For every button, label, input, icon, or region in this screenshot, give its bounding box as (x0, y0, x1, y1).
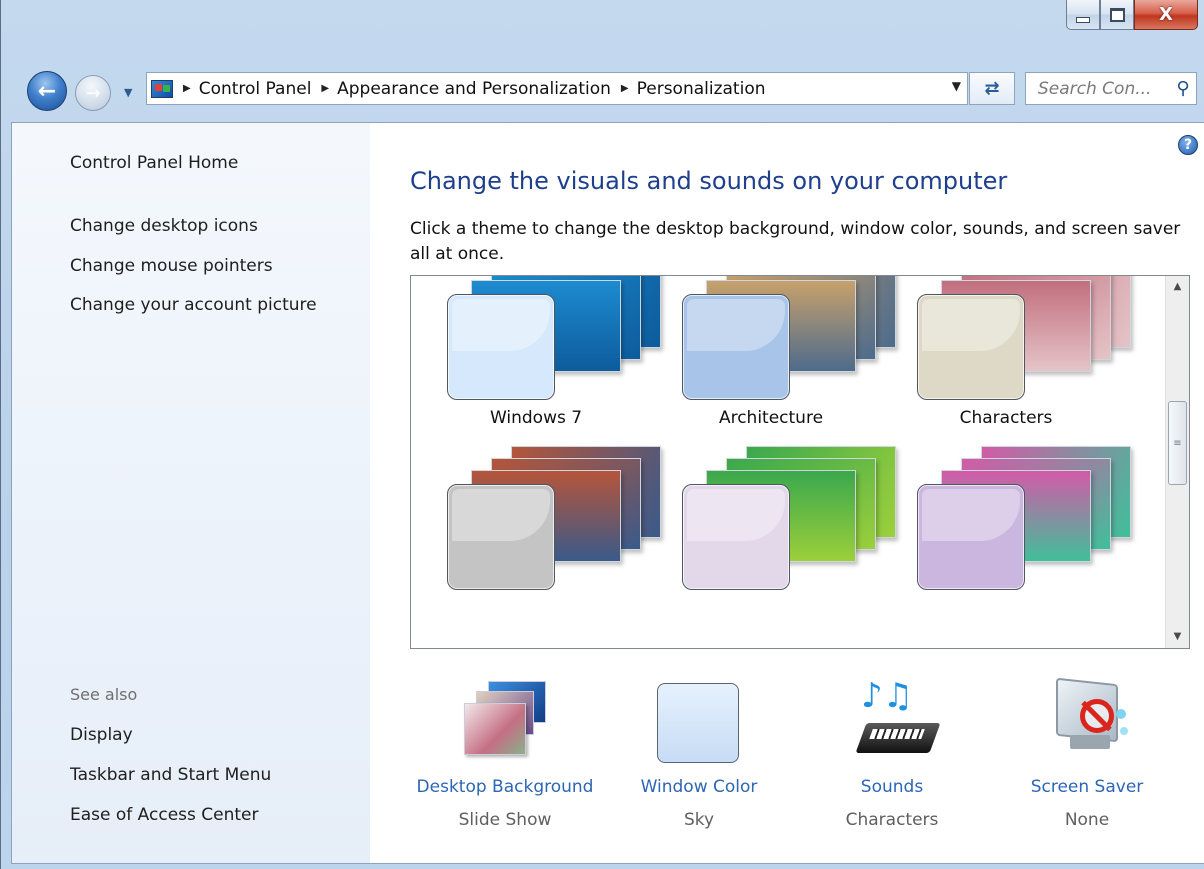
refresh-icon: ⇄ (984, 78, 1000, 99)
window-color-label[interactable]: Window Color (599, 777, 799, 797)
back-button[interactable]: ← (27, 71, 67, 111)
breadcrumb-separator-icon[interactable]: ▶ (621, 83, 629, 94)
theme-tile[interactable]: Architecture (656, 276, 896, 430)
minimize-button[interactable] (1066, 0, 1100, 30)
breadcrumb-separator-icon[interactable]: ▶ (183, 83, 191, 94)
theme-label: Windows 7 (489, 408, 583, 428)
theme-tile[interactable]: Windows 7 (421, 276, 661, 430)
scroll-down-icon[interactable]: ▼ (1166, 626, 1189, 648)
personalization-window: X ← → ▼ ▶ Control Panel ▶ Appearance and… (0, 0, 1204, 869)
change-account-picture-link[interactable]: Change your account picture (70, 295, 317, 315)
desktop-background-setting[interactable]: Desktop Background Slide Show (405, 679, 605, 830)
display-link[interactable]: Display (70, 725, 133, 745)
vertical-scrollbar[interactable]: ▲ ≡ ▼ (1165, 276, 1189, 648)
theme-list[interactable]: Windows 7 Architecture Characters ▲ ≡ ▼ (410, 275, 1190, 649)
screen-saver-icon (1042, 677, 1132, 765)
window-color-value: Sky (683, 810, 715, 830)
breadcrumb-personalization[interactable]: Personalization (637, 79, 766, 99)
breadcrumb-separator-icon[interactable]: ▶ (321, 83, 329, 94)
search-box[interactable]: Search Con... ⚲ (1025, 72, 1197, 105)
chevron-down-icon: ▼ (124, 86, 133, 99)
taskbar-start-menu-link[interactable]: Taskbar and Start Menu (70, 765, 271, 785)
theme-color-swatch (917, 484, 1025, 590)
minimize-icon (1076, 16, 1090, 23)
content-area: Control Panel Home Change desktop icons … (11, 122, 1204, 864)
scroll-thumb[interactable]: ≡ (1168, 401, 1187, 485)
theme-color-swatch (447, 294, 555, 400)
screen-saver-value: None (1064, 810, 1110, 830)
screen-saver-setting[interactable]: Screen Saver None (987, 677, 1187, 830)
theme-tile[interactable] (891, 446, 1131, 620)
close-icon: X (1159, 4, 1173, 25)
theme-color-swatch (682, 294, 790, 400)
page-description: Click a theme to change the desktop back… (410, 219, 1181, 264)
ease-of-access-link[interactable]: Ease of Access Center (70, 805, 259, 825)
navigation-bar: ← → ▼ ▶ Control Panel ▶ Appearance and P… (1, 58, 1204, 116)
address-bar[interactable]: ▶ Control Panel ▶ Appearance and Persona… (146, 72, 968, 105)
theme-label: Characters (959, 408, 1053, 428)
address-dropdown-icon[interactable]: ▼ (952, 79, 961, 93)
change-mouse-pointers-link[interactable]: Change mouse pointers (70, 256, 273, 276)
theme-tile[interactable] (656, 446, 896, 620)
theme-tile[interactable]: Characters (891, 276, 1131, 430)
window-color-setting[interactable]: Window Color Sky (599, 679, 799, 830)
breadcrumb-appearance[interactable]: Appearance and Personalization (337, 79, 611, 99)
desktop-background-value: Slide Show (458, 810, 552, 830)
sounds-label[interactable]: Sounds (792, 777, 992, 797)
desktop-background-label[interactable]: Desktop Background (405, 777, 605, 797)
sounds-value: Characters (845, 810, 939, 830)
task-pane: Control Panel Home Change desktop icons … (12, 123, 370, 863)
control-panel-home-link[interactable]: Control Panel Home (70, 153, 238, 173)
desktop-background-icon (460, 679, 550, 765)
change-desktop-icons-link[interactable]: Change desktop icons (70, 216, 258, 236)
search-input[interactable]: Search Con... (1026, 79, 1170, 99)
sounds-setting[interactable]: ♪♫ Sounds Characters (792, 679, 992, 830)
scroll-up-icon[interactable]: ▲ (1166, 276, 1189, 298)
theme-color-swatch (917, 294, 1025, 400)
theme-color-swatch (682, 484, 790, 590)
help-icon[interactable]: ? (1178, 135, 1198, 155)
window-color-icon (654, 679, 744, 765)
screen-saver-label[interactable]: Screen Saver (987, 777, 1187, 797)
page-title: Change the visuals and sounds on your co… (410, 167, 1008, 195)
maximize-button[interactable] (1100, 0, 1134, 30)
recent-pages-button[interactable]: ▼ (124, 86, 132, 99)
control-panel-icon (151, 79, 173, 98)
arrow-right-icon: → (85, 82, 101, 104)
theme-color-swatch (447, 484, 555, 590)
theme-tile[interactable] (421, 446, 661, 620)
caption-buttons: X (1066, 0, 1198, 30)
refresh-button[interactable]: ⇄ (969, 72, 1015, 105)
arrow-left-icon: ← (37, 78, 57, 104)
see-also-heading: See also (70, 685, 138, 704)
search-icon[interactable]: ⚲ (1170, 78, 1196, 99)
close-button[interactable]: X (1134, 0, 1198, 30)
sounds-icon: ♪♫ (847, 679, 941, 765)
maximize-icon (1109, 7, 1125, 22)
theme-label: Architecture (718, 408, 824, 428)
breadcrumb-control-panel[interactable]: Control Panel (199, 79, 312, 99)
forward-button[interactable]: → (75, 75, 111, 111)
